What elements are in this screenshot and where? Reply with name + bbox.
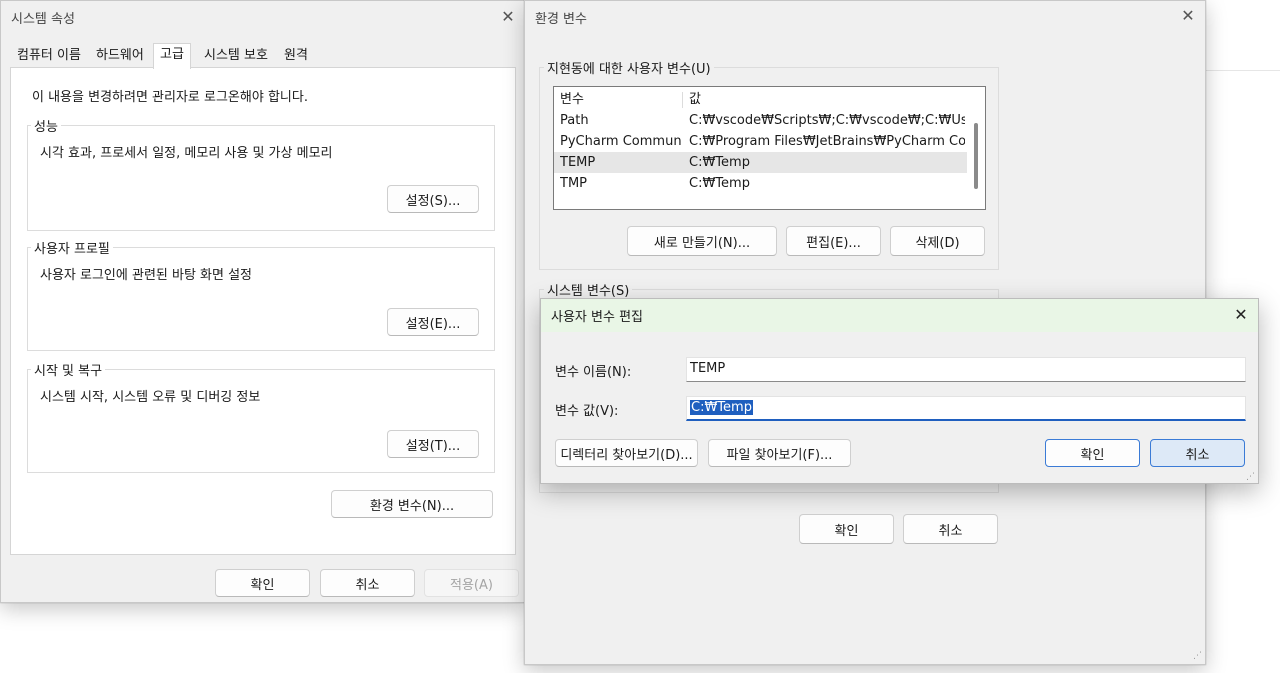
new-variable-button[interactable]: 새로 만들기(N)... <box>627 226 777 256</box>
edit-user-variable-dialog: 사용자 변수 편집 ✕ 변수 이름(N): TEMP 변수 값(V): C:₩T… <box>540 298 1259 484</box>
cancel-button[interactable]: 취소 <box>320 569 415 597</box>
performance-settings-button[interactable]: 설정(S)... <box>387 185 479 213</box>
variable-value: C:₩Temp <box>689 155 750 170</box>
variable-name-input[interactable]: TEMP <box>686 357 1246 382</box>
startup-desc: 시스템 시작, 시스템 오류 및 디버깅 정보 <box>40 390 261 405</box>
admin-note: 이 내용을 변경하려면 관리자로 로그온해야 합니다. <box>32 90 308 105</box>
tab-remote[interactable]: 원격 <box>282 45 310 67</box>
variable-name: TEMP <box>560 155 596 170</box>
tab-computer-name[interactable]: 컴퓨터 이름 <box>15 45 83 67</box>
apply-button[interactable]: 적용(A) <box>424 569 519 597</box>
system-variables-label: 시스템 변수(S) <box>544 280 633 299</box>
list-header: 변수 값 <box>554 89 967 110</box>
dialog-title: 사용자 변수 편집 <box>551 310 643 325</box>
selected-text: C:₩Temp <box>690 400 753 415</box>
titlebar[interactable]: 환경 변수 ✕ <box>525 1 1205 33</box>
user-profile-desc: 사용자 로그인에 관련된 바탕 화면 설정 <box>40 268 253 283</box>
resize-grip-icon[interactable]: ⋰ <box>1246 472 1255 482</box>
system-properties-window: 시스템 속성 ✕ 컴퓨터 이름 하드웨어 고급 시스템 보호 원격 이 내용을 … <box>0 0 525 603</box>
user-variables-list[interactable]: 변수 값 Path C:₩vscode₩Scripts₩;C:₩vscode₩;… <box>553 86 986 210</box>
ok-button[interactable]: 확인 <box>215 569 310 597</box>
user-variables-label: 지현동에 대한 사용자 변수(U) <box>544 58 714 77</box>
variable-value: C:₩vscode₩Scripts₩;C:₩vscode₩;C:₩Users₩.… <box>689 113 965 128</box>
delete-variable-button[interactable]: 삭제(D) <box>890 226 985 256</box>
close-icon[interactable]: ✕ <box>498 7 518 27</box>
ok-button[interactable]: 확인 <box>1045 439 1140 467</box>
table-row[interactable]: TEMP C:₩Temp <box>554 152 967 173</box>
tab-hardware[interactable]: 하드웨어 <box>94 45 146 67</box>
edit-variable-button[interactable]: 편집(E)... <box>786 226 881 256</box>
variable-value: C:₩Program Files₩JetBrains₩PyCharm Comm.… <box>689 134 965 149</box>
close-icon[interactable]: ✕ <box>1231 305 1251 325</box>
table-row[interactable]: TMP C:₩Temp <box>554 173 967 194</box>
scrollbar-thumb[interactable] <box>974 123 978 189</box>
tab-advanced[interactable]: 고급 <box>153 43 191 69</box>
tab-system-protection[interactable]: 시스템 보호 <box>202 45 270 67</box>
column-header-value[interactable]: 값 <box>689 89 701 110</box>
environment-variables-button[interactable]: 환경 변수(N)... <box>331 490 493 518</box>
startup-settings-button[interactable]: 설정(T)... <box>387 430 479 458</box>
browse-directory-button[interactable]: 디렉터리 찾아보기(D)... <box>555 439 698 467</box>
table-row[interactable]: PyCharm Communi... C:₩Program Files₩JetB… <box>554 131 967 152</box>
titlebar[interactable]: 시스템 속성 ✕ <box>1 1 524 33</box>
column-divider <box>682 92 683 108</box>
performance-desc: 시각 효과, 프로세서 일정, 메모리 사용 및 가상 메모리 <box>40 146 333 161</box>
column-header-variable[interactable]: 변수 <box>560 89 584 110</box>
ok-button[interactable]: 확인 <box>799 514 894 544</box>
variable-name: PyCharm Communi... <box>560 134 682 149</box>
background-divider <box>1206 70 1280 71</box>
window-title: 시스템 속성 <box>11 12 75 27</box>
close-icon[interactable]: ✕ <box>1178 6 1198 26</box>
variable-name: Path <box>560 113 589 128</box>
variable-value: C:₩Temp <box>689 176 750 191</box>
titlebar[interactable]: 사용자 변수 편집 ✕ <box>541 299 1258 332</box>
user-profile-settings-button[interactable]: 설정(E)... <box>387 308 479 336</box>
variable-value-input[interactable]: C:₩Temp <box>686 396 1246 421</box>
browse-file-button[interactable]: 파일 찾아보기(F)... <box>708 439 851 467</box>
table-row[interactable]: Path C:₩vscode₩Scripts₩;C:₩vscode₩;C:₩Us… <box>554 110 967 131</box>
resize-grip-icon[interactable]: ⋰ <box>1193 651 1202 661</box>
cancel-button[interactable]: 취소 <box>1150 439 1245 467</box>
variable-name-label: 변수 이름(N): <box>555 365 632 380</box>
startup-label: 시작 및 복구 <box>31 360 106 379</box>
cancel-button[interactable]: 취소 <box>903 514 998 544</box>
user-profile-label: 사용자 프로필 <box>31 238 113 257</box>
variable-name: TMP <box>560 176 587 191</box>
performance-label: 성능 <box>31 116 61 135</box>
performance-group <box>27 125 495 231</box>
scrollbar[interactable] <box>969 91 983 205</box>
variable-value-label: 변수 값(V): <box>555 404 619 419</box>
window-title: 환경 변수 <box>535 12 587 27</box>
